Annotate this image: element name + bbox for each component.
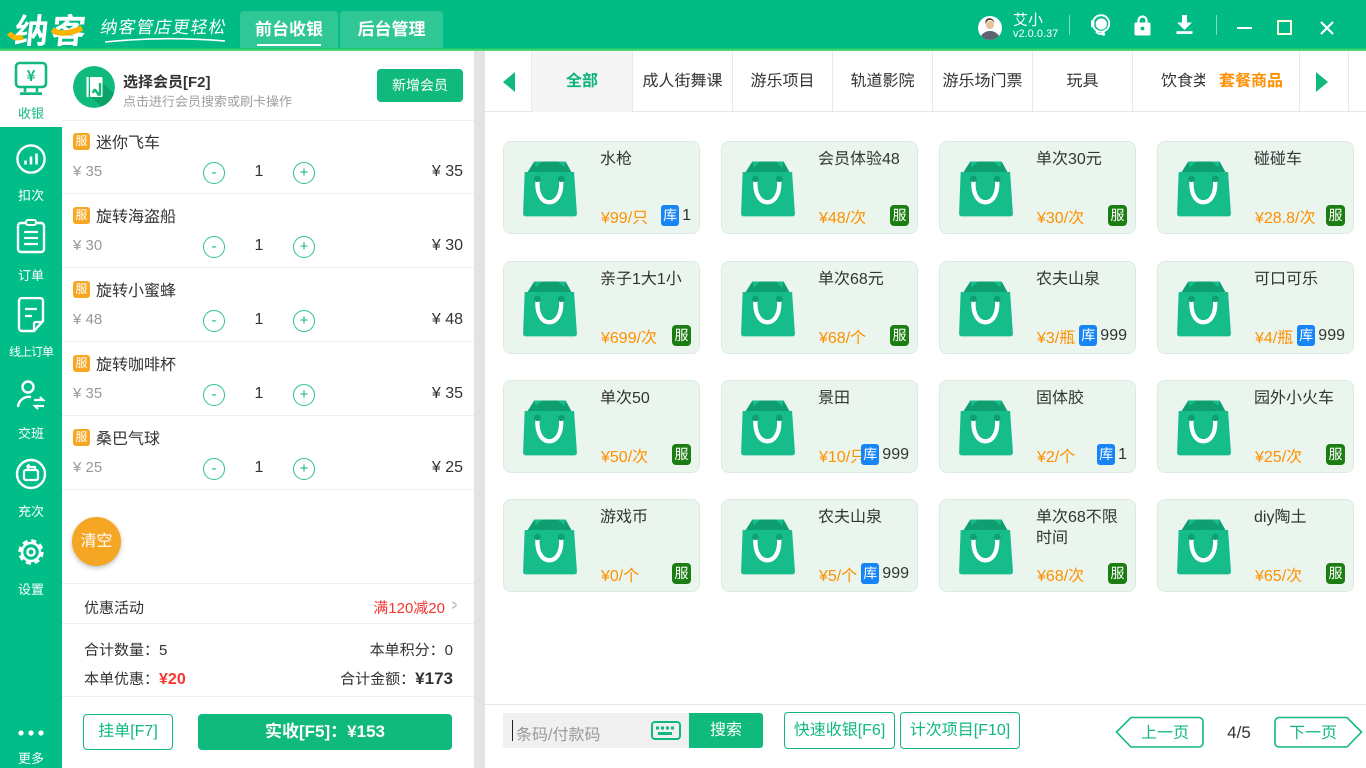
svg-text:下一页: 下一页 xyxy=(1289,719,1337,743)
svg-text:上一页: 上一页 xyxy=(1141,719,1189,743)
svg-text:¥: ¥ xyxy=(27,65,36,86)
